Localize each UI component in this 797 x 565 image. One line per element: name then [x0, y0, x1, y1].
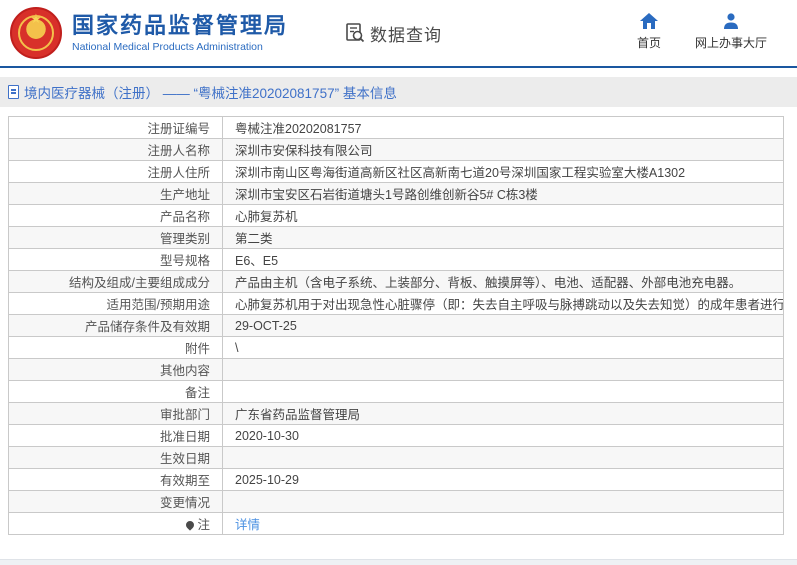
row-value: 心肺复苏机用于对出现急性心脏骤停（即：失去自主呼吸与脉搏跳动以及失去知觉）的成年… — [222, 292, 784, 315]
row-label: 产品名称 — [8, 204, 223, 227]
breadcrumb-text: 境内医疗器械（注册） —— “粤械注准20202081757” 基本信息 — [24, 86, 397, 101]
document-icon — [8, 85, 19, 99]
row-value: 29-OCT-25 — [222, 314, 784, 337]
row-label: 有效期至 — [8, 468, 223, 491]
site-title-en: National Medical Products Administration — [72, 40, 263, 53]
home-icon — [639, 12, 659, 30]
row-label: 注册证编号 — [8, 116, 223, 139]
table-row: 产品储存条件及有效期 29-OCT-25 — [8, 314, 784, 337]
row-value: 产品由主机（含电子系统、上装部分、背板、触摸屏等）、电池、适配器、外部电池充电器… — [222, 270, 784, 293]
row-label: 适用范围/预期用途 — [8, 292, 223, 315]
table-row: 管理类别 第二类 — [8, 226, 784, 249]
row-label: 型号规格 — [8, 248, 223, 271]
table-row: 变更情况 — [8, 490, 784, 513]
info-table-body: 注册证编号 粤械注准20202081757 注册人名称 深圳市安保科技有限公司 注册人住… — [8, 116, 784, 535]
detail-link[interactable]: 详情 — [235, 518, 260, 532]
table-row: 生产地址 深圳市宝安区石岩街道塘头1号路创维创新谷5# C栋3楼 — [8, 182, 784, 205]
row-value — [222, 446, 784, 469]
user-icon — [722, 12, 740, 30]
row-label: 备注 — [8, 380, 223, 403]
row-value: 2025-10-29 — [222, 468, 784, 491]
row-label: 生产地址 — [8, 182, 223, 205]
table-row: 其他内容 — [8, 358, 784, 381]
nav-home[interactable]: 首页 — [637, 12, 661, 51]
header-nav: 首页 网上办事大厅 — [637, 12, 767, 51]
row-value: 深圳市安保科技有限公司 — [222, 138, 784, 161]
table-row: 结构及组成/主要组成成分 产品由主机（含电子系统、上装部分、背板、触摸屏等）、电池… — [8, 270, 784, 293]
table-row: 附件 \ — [8, 336, 784, 359]
row-label: 变更情况 — [8, 490, 223, 513]
row-value — [222, 380, 784, 403]
table-row: 批准日期 2020-10-30 — [8, 424, 784, 447]
table-row: 产品名称 心肺复苏机 — [8, 204, 784, 227]
table-row: 注册人住所 深圳市南山区粤海街道高新区社区高新南七道20号深圳国家工程实验室大楼A… — [8, 160, 784, 183]
data-query-section[interactable]: 数据查询 — [344, 21, 442, 46]
row-label: 注册人名称 — [8, 138, 223, 161]
row-label: 附件 — [8, 336, 223, 359]
table-row: 有效期至 2025-10-29 — [8, 468, 784, 491]
table-row: 注册证编号 粤械注准20202081757 — [8, 116, 784, 139]
site-header: 国家药品监督管理局 National Medical Products Admi… — [0, 0, 797, 68]
table-row: 审批部门 广东省药品监督管理局 — [8, 402, 784, 425]
nav-online-hall[interactable]: 网上办事大厅 — [695, 12, 767, 51]
table-row: 注册人名称 深圳市安保科技有限公司 — [8, 138, 784, 161]
registration-info-table: 注册证编号 粤械注准20202081757 注册人名称 深圳市安保科技有限公司 注册人住… — [8, 116, 784, 535]
data-query-label: 数据查询 — [370, 25, 443, 45]
row-value: 深圳市宝安区石岩街道塘头1号路创维创新谷5# C栋3楼 — [222, 182, 784, 205]
row-value: 心肺复苏机 — [222, 204, 784, 227]
row-label: 注册人住所 — [8, 160, 223, 183]
note-icon — [184, 519, 197, 531]
row-label: 产品储存条件及有效期 — [8, 314, 223, 337]
row-value: 第二类 — [222, 226, 784, 249]
footer-strip — [0, 559, 797, 565]
row-value — [222, 490, 784, 513]
row-value: 2020-10-30 — [222, 424, 784, 447]
breadcrumb: 境内医疗器械（注册） —— “粤械注准20202081757” 基本信息 — [0, 77, 797, 107]
national-emblem-logo — [10, 7, 62, 59]
site-title-block: 国家药品监督管理局 National Medical Products Admi… — [72, 13, 288, 52]
site-title-cn: 国家药品监督管理局 — [72, 13, 289, 39]
row-value: 详情 — [222, 512, 784, 535]
row-label: 其他内容 — [8, 358, 223, 381]
row-value: 深圳市南山区粤海街道高新区社区高新南七道20号深圳国家工程实验室大楼A1302 — [222, 160, 784, 183]
row-label: 批准日期 — [8, 424, 223, 447]
table-row: 适用范围/预期用途 心肺复苏机用于对出现急性心脏骤停（即：失去自主呼吸与脉搏跳动以… — [8, 292, 784, 315]
table-row: 备注 — [8, 380, 784, 403]
row-label: 审批部门 — [8, 402, 223, 425]
nav-online-hall-label: 网上办事大厅 — [694, 36, 767, 50]
nav-home-label: 首页 — [636, 36, 661, 50]
table-row: 型号规格 E6、E5 — [8, 248, 784, 271]
data-query-icon — [344, 22, 366, 44]
table-row: 生效日期 — [8, 446, 784, 469]
row-label: 结构及组成/主要组成成分 — [8, 270, 223, 293]
row-value: 广东省药品监督管理局 — [222, 402, 784, 425]
row-value — [222, 358, 784, 381]
row-label: 生效日期 — [8, 446, 223, 469]
row-label: 管理类别 — [8, 226, 223, 249]
row-value: \ — [222, 336, 784, 359]
row-value: E6、E5 — [222, 248, 784, 271]
row-value: 粤械注准20202081757 — [222, 116, 784, 139]
row-label: 注 — [8, 512, 223, 535]
table-row: 注详情 — [8, 512, 784, 535]
